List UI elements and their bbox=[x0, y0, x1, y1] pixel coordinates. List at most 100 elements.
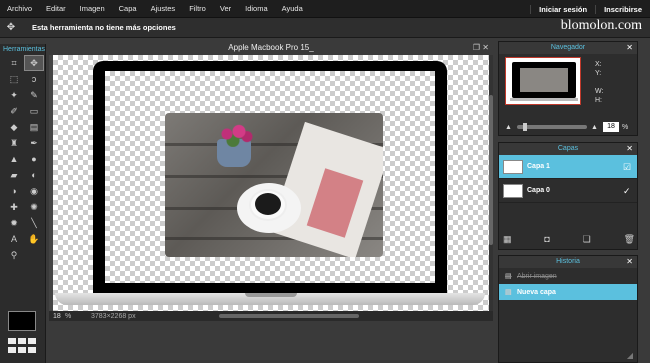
visibility-checkbox[interactable]: ✓ bbox=[623, 186, 633, 196]
close-icon[interactable]: ✕ bbox=[626, 143, 633, 155]
wand-icon[interactable]: ✦ bbox=[4, 87, 24, 103]
grid-icon[interactable] bbox=[8, 338, 36, 354]
menu-filtro[interactable]: Filtro bbox=[182, 4, 213, 13]
horizontal-scrollbar[interactable] bbox=[219, 314, 359, 318]
bloat-icon[interactable]: ✺ bbox=[24, 199, 44, 215]
history-doc-icon: ▤ bbox=[505, 273, 512, 280]
w-label: W: bbox=[595, 88, 604, 95]
burn-icon[interactable]: ◑ bbox=[4, 183, 24, 199]
stamp-icon[interactable]: ♜ bbox=[4, 135, 24, 151]
toolbox-title: Herramientas bbox=[3, 46, 46, 53]
layer-thumbnail bbox=[503, 183, 523, 198]
navigator-header: Navegador ✕ bbox=[499, 42, 637, 54]
drawing-icon[interactable]: ▲ bbox=[4, 151, 24, 167]
laptop-base bbox=[55, 293, 485, 305]
gradient-icon[interactable]: ▤ bbox=[24, 119, 44, 135]
move-tool-icon: ✥ bbox=[6, 22, 16, 33]
hand-icon[interactable]: ✋ bbox=[24, 231, 44, 247]
document-title: Apple Macbook Pro 15_ bbox=[49, 41, 493, 55]
layer-photo bbox=[165, 113, 383, 257]
pencil-icon[interactable]: ✎ bbox=[24, 87, 44, 103]
status-bar: 18 % 3783×2268 px bbox=[49, 311, 493, 321]
lasso-icon[interactable]: ↄ bbox=[24, 71, 44, 87]
resize-grip-icon[interactable]: ◢ bbox=[627, 351, 633, 360]
window-controls[interactable]: ❐ ✕ bbox=[473, 43, 489, 52]
menu-idioma[interactable]: Idioma bbox=[238, 4, 275, 13]
menu-ayuda[interactable]: Ayuda bbox=[275, 4, 310, 13]
layer-mask-icon[interactable]: ◘ bbox=[544, 234, 549, 245]
close-icon[interactable]: ✕ bbox=[626, 256, 633, 268]
menu-capa[interactable]: Capa bbox=[112, 4, 144, 13]
crop-icon[interactable]: ⌗ bbox=[4, 55, 24, 71]
toolbox: Herramientas ⌗ ✥ ⬚ ↄ ✦ ✎ ✐ ▭ ◆ ▤ ♜ ✒ ▲ ●… bbox=[0, 44, 46, 363]
zoom-unit: % bbox=[65, 312, 72, 320]
blur-icon[interactable]: ● bbox=[24, 151, 44, 167]
flowers-image bbox=[215, 121, 255, 147]
colorreplace-icon[interactable]: ✒ bbox=[24, 135, 44, 151]
new-layer-icon[interactable]: ❏ bbox=[583, 234, 591, 245]
menu-archivo[interactable]: Archivo bbox=[0, 4, 39, 13]
spot-icon[interactable]: ✚ bbox=[4, 199, 24, 215]
layers-panel: Capas ✕ Capa 1 ☑ Capa 0 ✓ ▦ ◘ ❏ 🗑 bbox=[498, 142, 638, 250]
menu-ajustes[interactable]: Ajustes bbox=[144, 4, 183, 13]
options-bar: ✥ Esta herramienta no tiene más opciones bbox=[0, 18, 650, 38]
y-label: Y: bbox=[595, 70, 602, 77]
signup-link[interactable]: Inscribirse bbox=[595, 4, 650, 14]
layer-tools: ▦ ◘ ❏ 🗑 bbox=[503, 234, 635, 245]
login-link[interactable]: Iniciar sesión bbox=[530, 4, 595, 14]
visibility-checkbox[interactable]: ☑ bbox=[623, 162, 633, 172]
zoom-input[interactable]: 18 bbox=[603, 122, 619, 132]
sponge-icon[interactable]: ▰ bbox=[4, 167, 24, 183]
image-dimensions: 3783×2268 px bbox=[91, 312, 136, 320]
text-icon[interactable]: A bbox=[4, 231, 24, 247]
menu-ver[interactable]: Ver bbox=[213, 4, 238, 13]
tool-options-message: Esta herramienta no tiene más opciones bbox=[32, 23, 176, 32]
zoom-value[interactable]: 18 bbox=[49, 313, 65, 320]
document-window: Apple Macbook Pro 15_ ❐ ✕ 18 % 3783×2268… bbox=[49, 41, 493, 321]
zoom-icon[interactable]: ⚲ bbox=[4, 247, 24, 263]
marquee-icon[interactable]: ⬚ bbox=[4, 71, 24, 87]
layer-item[interactable]: Capa 0 ✓ bbox=[499, 179, 637, 203]
layer-settings-icon[interactable]: ▦ bbox=[503, 234, 512, 245]
delete-layer-icon[interactable]: 🗑 bbox=[624, 234, 635, 245]
layer-thumbnail bbox=[503, 159, 523, 174]
layers-header: Capas ✕ bbox=[499, 143, 637, 155]
close-icon[interactable]: ✕ bbox=[626, 42, 633, 54]
zoom-slider[interactable] bbox=[517, 123, 587, 131]
menu-bar: Archivo Editar Imagen Capa Ajustes Filtr… bbox=[0, 0, 650, 18]
layer-name: Capa 0 bbox=[527, 187, 550, 194]
bucket-icon[interactable]: ◆ bbox=[4, 119, 24, 135]
brush-icon[interactable]: ✐ bbox=[4, 103, 24, 119]
dodge-icon[interactable]: ◐ bbox=[24, 167, 44, 183]
eyedropper-icon[interactable]: ╲ bbox=[24, 215, 44, 231]
navigator-title: Navegador bbox=[550, 44, 586, 51]
laptop-screen bbox=[93, 61, 447, 293]
history-title: Historia bbox=[556, 258, 580, 265]
navigator-thumbnail[interactable] bbox=[505, 57, 581, 105]
history-item[interactable]: ▤ Abrir imagen bbox=[499, 268, 637, 284]
zoom-out-icon[interactable]: ▲ bbox=[505, 124, 513, 131]
redeye-icon[interactable]: ◉ bbox=[24, 183, 44, 199]
history-label: Abrir imagen bbox=[517, 272, 557, 280]
layers-title: Capas bbox=[557, 145, 579, 152]
color-swatch[interactable] bbox=[8, 311, 36, 331]
eraser-icon[interactable]: ▭ bbox=[24, 103, 44, 119]
history-item[interactable]: ▤ Nueva capa bbox=[499, 284, 637, 300]
canvas[interactable] bbox=[53, 55, 489, 311]
layer-name: Capa 1 bbox=[527, 163, 550, 170]
history-panel: Historia ✕ ▤ Abrir imagen ▤ Nueva capa ◢ bbox=[498, 255, 638, 363]
zoom-unit-label: % bbox=[622, 123, 629, 131]
laptop-display bbox=[105, 71, 435, 283]
menu-imagen[interactable]: Imagen bbox=[73, 4, 112, 13]
brand-watermark: blomolon.com bbox=[560, 18, 642, 33]
zoom-in-icon[interactable]: ▲ bbox=[591, 124, 599, 131]
x-label: X: bbox=[595, 61, 602, 68]
layer-item[interactable]: Capa 1 ☑ bbox=[499, 155, 637, 179]
vertical-scrollbar[interactable] bbox=[489, 55, 493, 311]
pinch-icon[interactable]: ✹ bbox=[4, 215, 24, 231]
move-icon[interactable]: ✥ bbox=[24, 55, 44, 71]
coffee-image bbox=[255, 193, 281, 215]
menu-editar[interactable]: Editar bbox=[39, 4, 73, 13]
navigator-panel: Navegador ✕ X: Y: W: H: ▲ ▲ 18 % bbox=[498, 41, 638, 136]
history-header: Historia ✕ bbox=[499, 256, 637, 268]
